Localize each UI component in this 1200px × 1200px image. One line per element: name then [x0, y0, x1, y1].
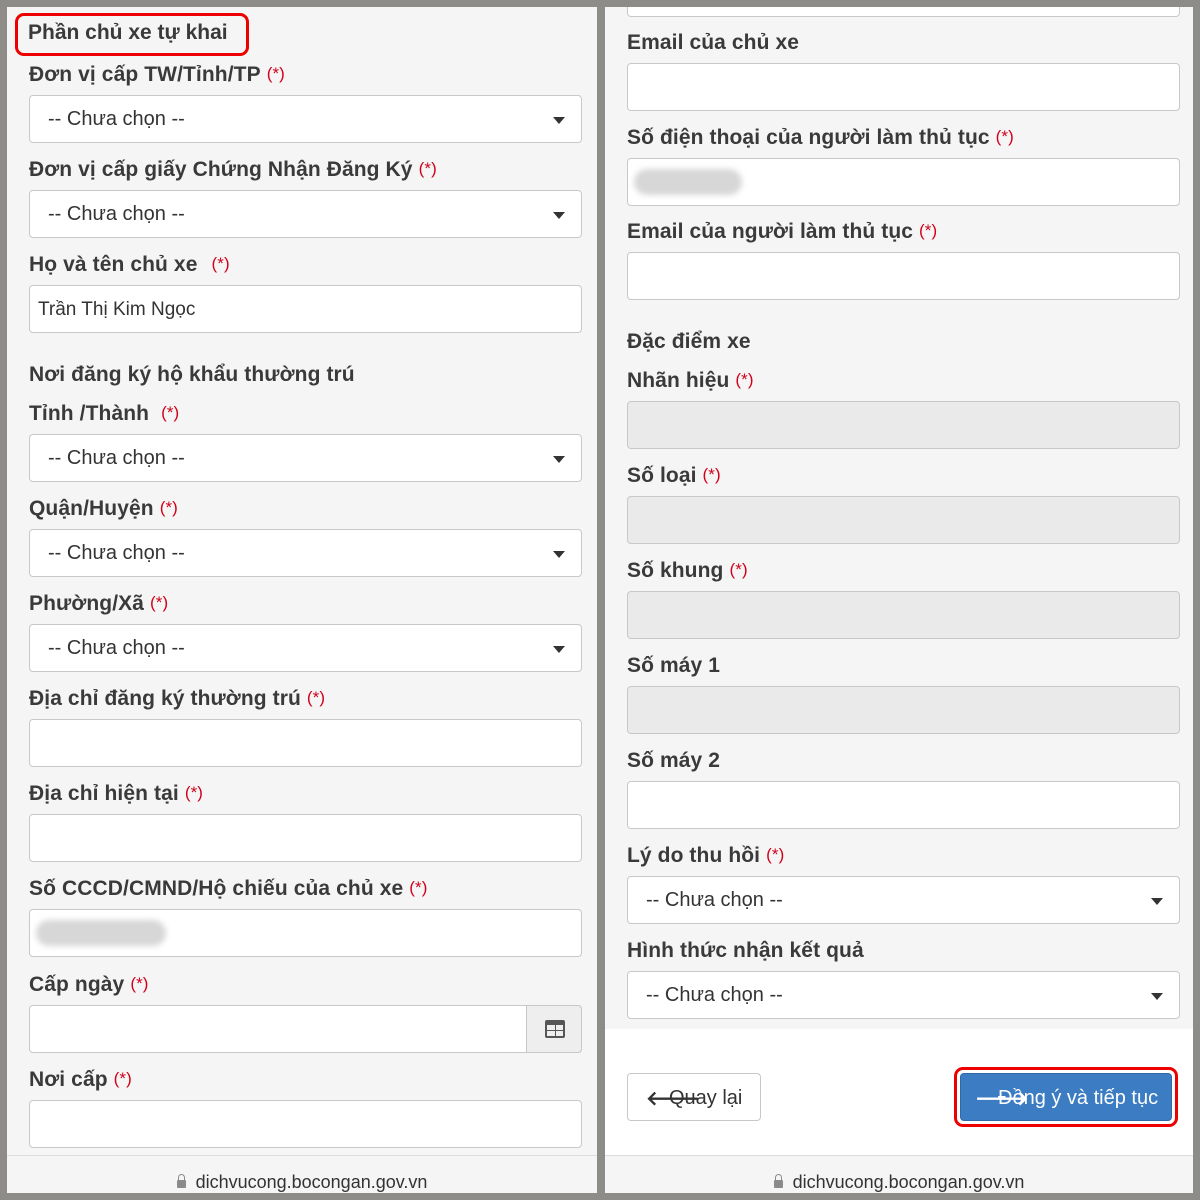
select-tinh-thanh[interactable]: -- Chưa chọn --	[29, 434, 582, 482]
label-so-khung: Số khung (*)	[627, 559, 748, 582]
right-form-panel: Email của chủ xe Số điện thoại của người…	[605, 7, 1193, 1193]
heading-noi-dang-ky-ho-khau: Nơi đăng ký hộ khẩu thường trú	[29, 363, 355, 386]
blurred-value	[36, 920, 166, 946]
input-noi-cap[interactable]	[29, 1100, 582, 1148]
label-ho-ten-chu-xe: Họ và tên chủ xe (*)	[29, 253, 230, 276]
input-so-may-2[interactable]	[627, 781, 1180, 829]
lock-icon	[176, 1174, 186, 1188]
input-cap-ngay[interactable]	[29, 1005, 582, 1053]
label-cap-ngay: Cấp ngày (*)	[29, 973, 149, 996]
label-quan-huyen: Quận/Huyện (*)	[29, 497, 178, 520]
section-title-highlight	[15, 13, 249, 56]
input-partial-top[interactable]	[627, 7, 1180, 17]
label-so-dien-thoai: Số điện thoại của người làm thủ tục (*)	[627, 126, 1014, 149]
label-hinh-thuc-nhan-ket-qua: Hình thức nhận kết quả	[627, 939, 864, 962]
input-nhan-hieu	[627, 401, 1180, 449]
select-hinh-thuc-nhan-ket-qua[interactable]: -- Chưa chọn --	[627, 971, 1180, 1019]
label-nhan-hieu: Nhãn hiệu (*)	[627, 369, 754, 392]
label-phuong-xa: Phường/Xã (*)	[29, 592, 169, 615]
input-dia-chi-hien-tai[interactable]	[29, 814, 582, 862]
browser-address-bar: dichvucong.bocongan.gov.vn	[605, 1155, 1193, 1193]
caret-down-icon	[553, 551, 565, 558]
url-text: dichvucong.bocongan.gov.vn	[792, 1172, 1025, 1192]
calendar-icon	[545, 1020, 565, 1038]
label-email-chu-xe: Email của chủ xe	[627, 31, 800, 54]
caret-down-icon	[553, 646, 565, 653]
lock-icon	[773, 1174, 783, 1188]
input-so-dien-thoai[interactable]	[627, 158, 1180, 206]
caret-down-icon	[553, 117, 565, 124]
select-quan-huyen[interactable]: -- Chưa chọn --	[29, 529, 582, 577]
input-so-loai	[627, 496, 1180, 544]
input-dia-chi-thuong-tru[interactable]	[29, 719, 582, 767]
label-so-cccd: Số CCCD/CMND/Hộ chiếu của chủ xe (*)	[29, 877, 428, 900]
heading-dac-diem-xe: Đặc điểm xe	[627, 330, 751, 353]
label-so-may-1: Số máy 1	[627, 654, 721, 677]
select-don-vi-cap-giay[interactable]: -- Chưa chọn --	[29, 190, 582, 238]
select-don-vi-cap-tinh[interactable]: -- Chưa chọn --	[29, 95, 582, 143]
left-form-panel: Phần chủ xe tự khai Đơn vị cấp TW/Tỉnh/T…	[7, 7, 597, 1193]
input-so-cccd[interactable]	[29, 909, 582, 957]
label-so-loai: Số loại (*)	[627, 464, 721, 487]
url-text: dichvucong.bocongan.gov.vn	[195, 1172, 428, 1192]
caret-down-icon	[553, 212, 565, 219]
caret-down-icon	[1151, 898, 1163, 905]
label-dia-chi-hien-tai: Địa chỉ hiện tại (*)	[29, 782, 204, 805]
caret-down-icon	[553, 456, 565, 463]
label-so-may-2: Số máy 2	[627, 749, 721, 772]
label-ly-do-thu-hoi: Lý do thu hồi (*)	[627, 844, 785, 867]
label-don-vi-cap-tinh: Đơn vị cấp TW/Tỉnh/TP (*)	[29, 63, 285, 86]
input-email-chu-xe[interactable]	[627, 63, 1180, 111]
label-noi-cap: Nơi cấp (*)	[29, 1068, 132, 1091]
back-button[interactable]: 🡐 Quay lại	[627, 1073, 761, 1121]
select-phuong-xa[interactable]: -- Chưa chọn --	[29, 624, 582, 672]
date-picker-button[interactable]	[526, 1005, 582, 1053]
input-ho-ten-chu-xe[interactable]: Trần Thị Kim Ngọc	[29, 285, 582, 333]
input-so-may-1	[627, 686, 1180, 734]
input-email-nguoi-lam-thu-tuc[interactable]	[627, 252, 1180, 300]
label-email-nguoi-lam-thu-tuc: Email của người làm thủ tục (*)	[627, 220, 938, 243]
blurred-value	[634, 169, 742, 195]
label-don-vi-cap-giay: Đơn vị cấp giấy Chứng Nhận Đăng Ký (*)	[29, 158, 437, 181]
input-so-khung	[627, 591, 1180, 639]
select-ly-do-thu-hoi[interactable]: -- Chưa chọn --	[627, 876, 1180, 924]
label-tinh-thanh: Tỉnh /Thành (*)	[29, 402, 180, 425]
agree-continue-button[interactable]: 🡒 Đồng ý và tiếp tục	[960, 1073, 1172, 1121]
browser-address-bar: dichvucong.bocongan.gov.vn	[7, 1155, 597, 1193]
caret-down-icon	[1151, 993, 1163, 1000]
label-dia-chi-thuong-tru: Địa chỉ đăng ký thường trú (*)	[29, 687, 326, 710]
